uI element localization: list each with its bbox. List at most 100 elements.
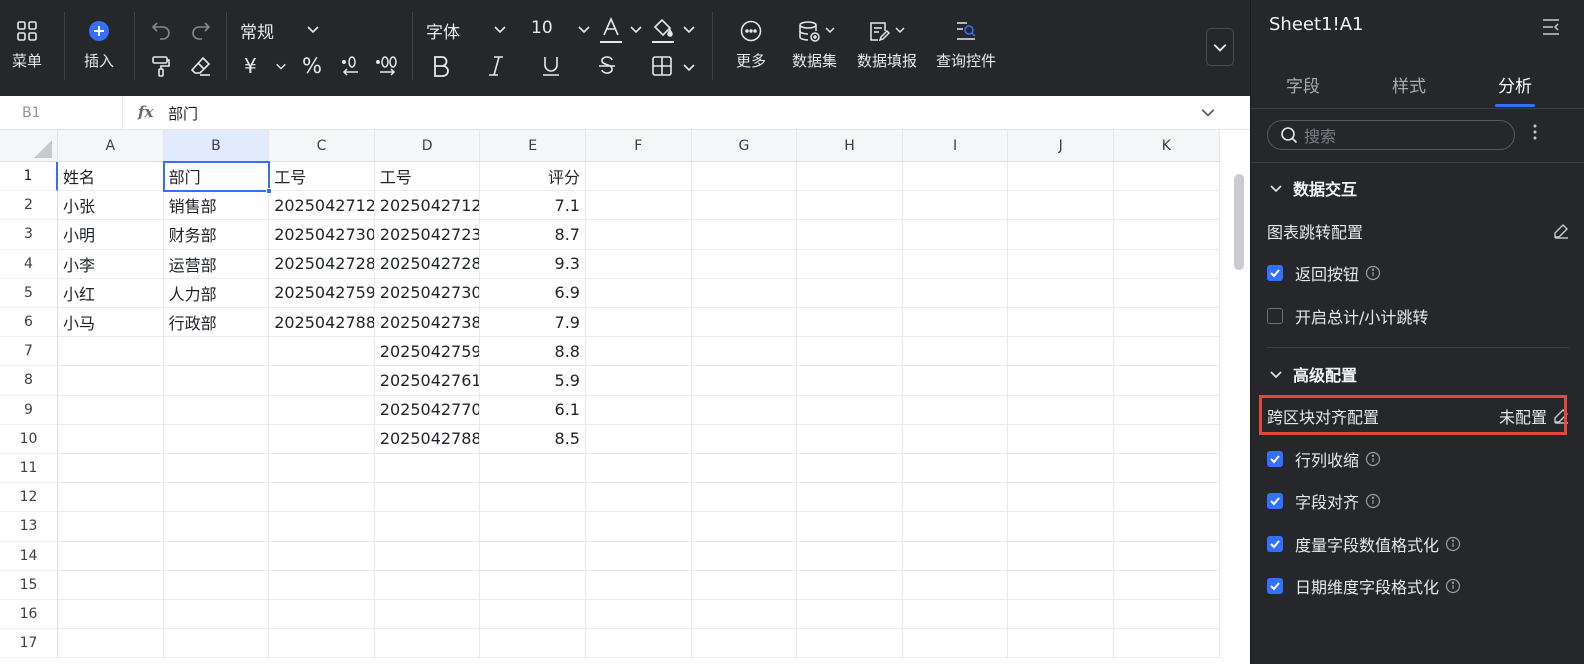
column-header[interactable]: J <box>1008 130 1114 162</box>
grid-cell[interactable] <box>58 541 164 571</box>
grid-cell[interactable] <box>163 512 270 542</box>
grid-cell[interactable] <box>58 570 164 600</box>
search-input[interactable]: 搜索 <box>1267 120 1515 150</box>
column-header[interactable]: A <box>58 130 164 162</box>
grid-cell[interactable] <box>797 162 903 192</box>
row-header[interactable]: 11 <box>0 454 58 484</box>
grid-cell[interactable] <box>1008 308 1114 338</box>
grid-cell[interactable] <box>374 541 481 571</box>
return-button-checkbox[interactable] <box>1267 265 1283 281</box>
info-icon[interactable] <box>1365 265 1381 281</box>
column-header[interactable]: C <box>269 130 375 162</box>
chevron-down-icon[interactable] <box>493 22 507 36</box>
grid-cell[interactable] <box>586 541 692 571</box>
field-align-row[interactable]: 字段对齐 <box>1267 490 1569 512</box>
grid-cell[interactable] <box>1008 454 1114 484</box>
increase-decimal-icon[interactable] <box>374 55 400 77</box>
eraser-icon[interactable] <box>190 55 212 77</box>
grid-cell[interactable]: 小张 <box>58 191 164 221</box>
grid-cell[interactable] <box>480 600 586 630</box>
row-header[interactable]: 12 <box>0 483 58 513</box>
grid-cell[interactable] <box>902 249 1009 279</box>
info-icon[interactable] <box>1365 451 1381 467</box>
grid-cell[interactable]: 评分 <box>480 162 586 192</box>
section-data-interaction-header[interactable]: 数据交互 <box>1269 176 1357 200</box>
grid-cell[interactable]: 姓名 <box>58 162 164 192</box>
grid-cell[interactable] <box>374 570 481 600</box>
grid-cell[interactable] <box>1008 366 1114 396</box>
grid-cell[interactable] <box>1114 454 1220 484</box>
field-align-checkbox[interactable] <box>1267 493 1283 509</box>
grid-cell[interactable] <box>1114 249 1220 279</box>
grid-cell[interactable] <box>163 600 270 630</box>
chevron-down-icon[interactable] <box>275 60 287 72</box>
grid-cell[interactable] <box>797 570 903 600</box>
grid-cell[interactable] <box>586 278 692 308</box>
grid-cell[interactable] <box>691 395 798 425</box>
currency-yen-icon[interactable]: ¥ <box>244 54 257 78</box>
toolbar-collapse-button[interactable] <box>1206 28 1234 66</box>
grid-cell[interactable] <box>163 424 270 454</box>
row-header[interactable]: 2 <box>0 191 58 221</box>
grid-cell[interactable] <box>586 454 692 484</box>
grid-cell[interactable] <box>902 454 1009 484</box>
return-button-row[interactable]: 返回按钮 <box>1267 262 1569 284</box>
grid-cell[interactable] <box>1008 629 1114 659</box>
italic-icon[interactable] <box>486 55 506 77</box>
grid-cell[interactable] <box>902 395 1009 425</box>
grid-cell[interactable] <box>586 483 692 513</box>
grid-cell[interactable] <box>58 600 164 630</box>
grid-cell[interactable]: 销售部 <box>163 191 270 221</box>
row-col-collapse-checkbox[interactable] <box>1267 451 1283 467</box>
total-jump-checkbox[interactable] <box>1267 308 1283 324</box>
grid-cell[interactable]: 7.9 <box>480 308 586 338</box>
grid-cell[interactable] <box>163 395 270 425</box>
grid-cell[interactable]: 2025042759 <box>269 278 375 308</box>
grid-cell[interactable]: 9.3 <box>480 249 586 279</box>
grid-cell[interactable] <box>1008 278 1114 308</box>
grid-cell[interactable] <box>374 454 481 484</box>
grid-cell[interactable] <box>58 337 164 367</box>
grid-cell[interactable] <box>902 570 1009 600</box>
column-header[interactable]: F <box>586 130 692 162</box>
date-format-row[interactable]: 日期维度字段格式化 <box>1267 575 1569 597</box>
grid-cell[interactable] <box>586 512 692 542</box>
row-header[interactable]: 3 <box>0 220 58 250</box>
grid-cell[interactable] <box>586 629 692 659</box>
more-vertical-icon[interactable] <box>1531 122 1539 142</box>
grid-cell[interactable] <box>586 308 692 338</box>
grid-cell[interactable]: 8.8 <box>480 337 586 367</box>
row-header[interactable]: 8 <box>0 366 58 396</box>
grid-cell[interactable] <box>797 337 903 367</box>
grid-cell[interactable] <box>691 454 798 484</box>
grid-cell[interactable] <box>691 424 798 454</box>
grid-cell[interactable]: 2025042723 <box>374 220 481 250</box>
grid-cell[interactable]: 6.9 <box>480 278 586 308</box>
grid-cell[interactable]: 小马 <box>58 308 164 338</box>
font-family-select[interactable]: 字体 <box>426 18 460 43</box>
grid-cell[interactable] <box>586 570 692 600</box>
grid-cell[interactable] <box>902 424 1009 454</box>
number-format-select[interactable]: 常规 <box>240 18 274 43</box>
row-header[interactable]: 10 <box>0 424 58 454</box>
grid-cell[interactable]: 2025042730 <box>374 278 481 308</box>
column-header[interactable]: B <box>163 130 270 162</box>
grid-cell[interactable] <box>58 366 164 396</box>
grid-cell[interactable] <box>374 483 481 513</box>
grid-cell[interactable] <box>902 483 1009 513</box>
grid-cell[interactable]: 2025042788 <box>269 308 375 338</box>
insert-button[interactable]: 插入 <box>84 20 114 71</box>
row-header[interactable]: 14 <box>0 541 58 571</box>
grid-cell[interactable] <box>902 512 1009 542</box>
grid-cell[interactable] <box>586 191 692 221</box>
grid-cell[interactable]: 5.9 <box>480 366 586 396</box>
info-icon[interactable] <box>1365 493 1381 509</box>
grid-cell[interactable]: 运营部 <box>163 249 270 279</box>
grid-cell[interactable] <box>1114 337 1220 367</box>
row-header[interactable]: 6 <box>0 308 58 338</box>
strikethrough-icon[interactable] <box>597 55 617 77</box>
grid-cell[interactable] <box>797 220 903 250</box>
grid-cell[interactable] <box>163 570 270 600</box>
grid-cell[interactable] <box>163 483 270 513</box>
grid-cell[interactable] <box>691 570 798 600</box>
